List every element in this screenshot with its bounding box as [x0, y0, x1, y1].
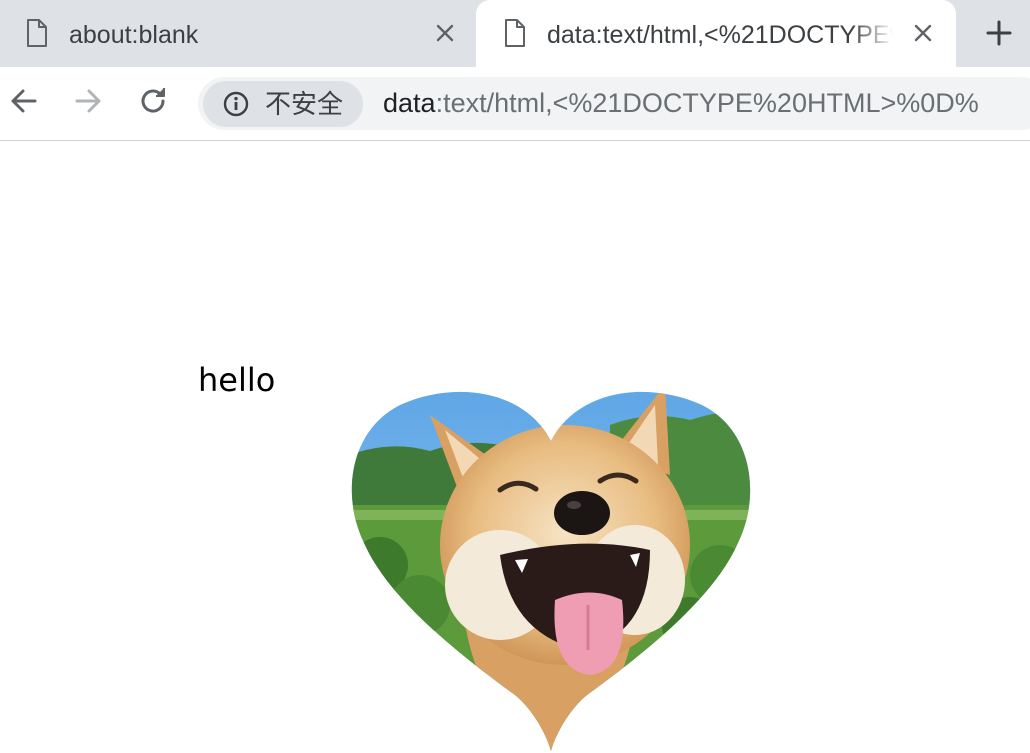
close-icon[interactable]: [912, 22, 934, 44]
arrow-right-icon: [75, 89, 101, 113]
page-content: hello: [0, 141, 1030, 752]
back-button[interactable]: [8, 85, 40, 117]
plus-icon: [986, 20, 1012, 46]
close-icon[interactable]: [434, 22, 456, 44]
document-icon: [26, 19, 48, 47]
url-text[interactable]: data:text/html,<%21DOCTYPE%20HTML>%0D%: [383, 87, 979, 119]
heart-dog-image: [350, 385, 752, 753]
new-tab-button[interactable]: [985, 19, 1013, 47]
tab-strip: about:blank data:text/html,<%21DOCTYPE%2…: [0, 0, 1030, 67]
browser-toolbar: 不安全 data:text/html,<%21DOCTYPE%20HTML>%0…: [0, 67, 1030, 141]
tab-title: about:blank: [69, 21, 199, 49]
url-scheme: data: [383, 88, 436, 118]
tab-title: data:text/html,<%21DOCTYPE%20HTML>%0D%: [547, 21, 893, 49]
info-icon: [223, 91, 249, 117]
address-bar[interactable]: 不安全 data:text/html,<%21DOCTYPE%20HTML>%0…: [198, 77, 1030, 130]
reload-icon: [141, 88, 165, 113]
forward-button[interactable]: [72, 85, 104, 117]
arrow-left-icon: [11, 89, 37, 113]
reload-button[interactable]: [137, 85, 169, 117]
tab-data-url[interactable]: data:text/html,<%21DOCTYPE%20HTML>%0D%: [476, 0, 956, 67]
security-label: 不安全: [265, 89, 344, 119]
site-security-chip[interactable]: 不安全: [203, 81, 363, 127]
url-rest: :text/html,<%21DOCTYPE%20HTML>%0D%: [435, 88, 979, 118]
hello-text: hello: [198, 361, 276, 399]
document-icon: [504, 19, 526, 47]
tab-about-blank[interactable]: about:blank: [0, 0, 476, 67]
